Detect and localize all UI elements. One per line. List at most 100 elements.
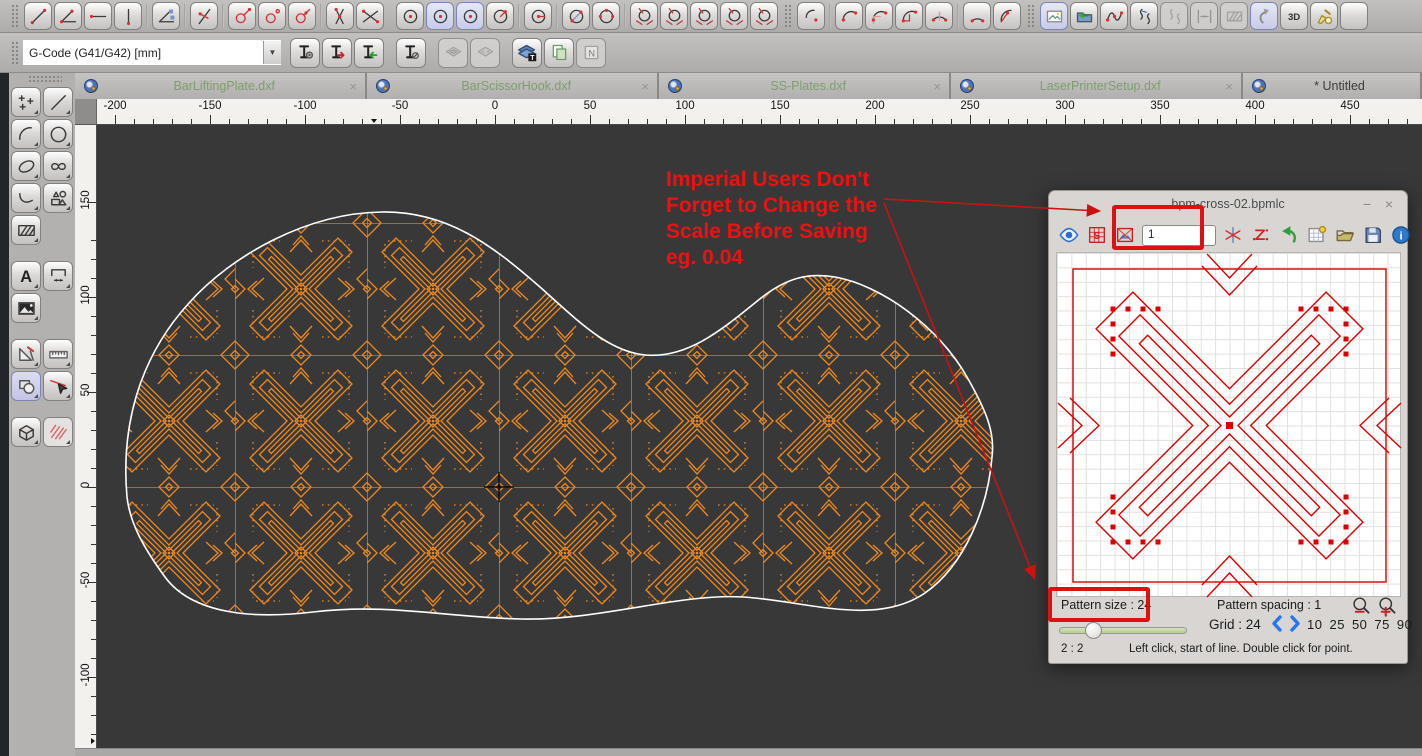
scale-input[interactable] (1142, 225, 1216, 246)
measure-ruler-button[interactable] (43, 339, 73, 369)
hatch-panel-button[interactable] (1220, 2, 1248, 30)
slider-track[interactable] (1059, 627, 1187, 634)
tab-close-button[interactable]: × (1225, 80, 1233, 93)
image-frame-button[interactable] (1040, 2, 1068, 30)
tool-preview-button[interactable] (396, 38, 426, 68)
view-3d-button[interactable]: 3D (1280, 2, 1308, 30)
toolbar-grip[interactable] (783, 3, 792, 29)
eye-visibility-button[interactable] (1056, 222, 1082, 248)
tab-barliftingplate-dxf[interactable]: BarLiftingPlate.dxf× (75, 73, 367, 99)
broom-clean-button[interactable] (1310, 2, 1338, 30)
combo-dropdown-icon[interactable]: ▼ (263, 41, 281, 64)
undo-green-button[interactable] (1276, 222, 1302, 248)
tool-import-button[interactable] (354, 38, 384, 68)
hatch-fill-button[interactable] (11, 215, 41, 245)
tool-export-button[interactable] (322, 38, 352, 68)
sidebar-grip[interactable] (28, 75, 62, 82)
plate-diamond-button[interactable] (438, 38, 468, 68)
line-vertical-button[interactable] (114, 2, 142, 30)
path-skew-button[interactable] (1130, 2, 1158, 30)
cross-lines-button[interactable] (356, 2, 384, 30)
grid-preset-75[interactable]: 75 (1374, 617, 1389, 632)
arc-endpoints-button[interactable] (835, 2, 863, 30)
draft-triangle-button[interactable] (11, 339, 41, 369)
tab-untitled[interactable]: * Untitled (1243, 73, 1422, 99)
circle-tangent-line-button[interactable] (288, 2, 316, 30)
poly-shapes-button[interactable] (43, 183, 73, 213)
box-3d-button[interactable] (11, 417, 41, 447)
line-diag-button[interactable] (43, 87, 73, 117)
zoom-out-icon[interactable] (1351, 596, 1372, 617)
arc-open-button[interactable] (963, 2, 991, 30)
tab-close-button[interactable]: × (933, 80, 941, 93)
line-button[interactable] (24, 2, 52, 30)
close-button[interactable]: × (1379, 191, 1399, 218)
circle-two-point-button[interactable] (562, 2, 590, 30)
undo-curl-button[interactable] (1250, 2, 1278, 30)
tab-barscissorhook-dxf[interactable]: BarScissorHook.dxf× (367, 73, 659, 99)
arc-small-button[interactable] (797, 2, 825, 30)
circle-tangent-1-button[interactable] (630, 2, 658, 30)
zoom-in-icon[interactable] (1377, 596, 1398, 617)
open-folder-button[interactable] (1332, 222, 1358, 248)
points-plus-button[interactable] (11, 87, 41, 117)
circle-angle-button[interactable] (258, 2, 286, 30)
arc-corner-button[interactable] (865, 2, 893, 30)
circle-tangent-2-button[interactable] (660, 2, 688, 30)
circle-tangent-4-button[interactable] (720, 2, 748, 30)
pages-green-button[interactable] (544, 38, 574, 68)
image-red-button[interactable] (1112, 222, 1138, 248)
tab-laserprintersetup-dxf[interactable]: LaserPrinterSetup.dxf× (951, 73, 1243, 99)
pattern-size-slider[interactable] (1059, 622, 1187, 639)
grid-preset-50[interactable]: 50 (1352, 617, 1367, 632)
angle-reference-button[interactable] (152, 2, 180, 30)
import-folder-button[interactable] (1070, 2, 1098, 30)
trim-arrow-button[interactable] (43, 371, 73, 401)
plate-diamond-2-button[interactable] (470, 38, 500, 68)
curve-hook-button[interactable] (11, 183, 41, 213)
info-circle-button[interactable]: i (1388, 222, 1414, 248)
circle-three-point-button[interactable] (592, 2, 620, 30)
trim-cross-button[interactable] (326, 2, 354, 30)
letter-n-button[interactable]: N (576, 38, 606, 68)
spline-loop-button[interactable] (43, 151, 73, 181)
arc-tangent-corner-button[interactable] (895, 2, 923, 30)
bottom-scrollbar[interactable] (75, 748, 1422, 756)
circle-point-button[interactable] (486, 2, 514, 30)
hatch-red-button[interactable] (43, 417, 73, 447)
axes-star-button[interactable] (1220, 222, 1246, 248)
circle-center-dot-3-button[interactable] (456, 2, 484, 30)
stamp-grid-button[interactable]: S (1084, 222, 1110, 248)
z-snap-button[interactable] (1248, 222, 1274, 248)
new-grid-button[interactable] (1304, 222, 1330, 248)
circle-shape-button[interactable] (43, 119, 73, 149)
line-angle-button[interactable] (54, 2, 82, 30)
circle-tangent-3-button[interactable] (690, 2, 718, 30)
postprocessor-select[interactable]: G-Code (G41/G42) [mm] ▼ (23, 40, 281, 65)
toolbar-grip[interactable] (10, 3, 19, 29)
stack-blue-button[interactable]: T (512, 38, 542, 68)
circle-tail-button[interactable] (228, 2, 256, 30)
arc-point-curve-button[interactable] (993, 2, 1021, 30)
arc-pillar-button[interactable] (925, 2, 953, 30)
ellipse-shape-button[interactable] (11, 151, 41, 181)
tab-close-button[interactable]: × (349, 80, 357, 93)
save-disk-button[interactable] (1360, 222, 1386, 248)
tool-settings-button[interactable] (290, 38, 320, 68)
circle-radius-button[interactable] (524, 2, 552, 30)
toolbar-grip[interactable] (1026, 3, 1035, 29)
slider-handle[interactable] (1085, 622, 1102, 639)
dimension-bracket-button[interactable] (43, 261, 73, 291)
text-a-button[interactable]: A (11, 261, 41, 291)
circle-center-dot-button[interactable] (396, 2, 424, 30)
grid-preset-25[interactable]: 25 (1329, 617, 1344, 632)
line-horizontal-button[interactable] (84, 2, 112, 30)
dimension-gap-button[interactable] (1190, 2, 1218, 30)
grid-preset-10[interactable]: 10 (1307, 617, 1322, 632)
minimize-button[interactable]: − (1357, 191, 1377, 218)
workpiece-outline[interactable] (126, 212, 993, 619)
image-photo-button[interactable] (11, 293, 41, 323)
circle-center-dot-2-button[interactable] (426, 2, 454, 30)
line-perpendicular-button[interactable] (190, 2, 218, 30)
arc-curve-button[interactable] (11, 119, 41, 149)
